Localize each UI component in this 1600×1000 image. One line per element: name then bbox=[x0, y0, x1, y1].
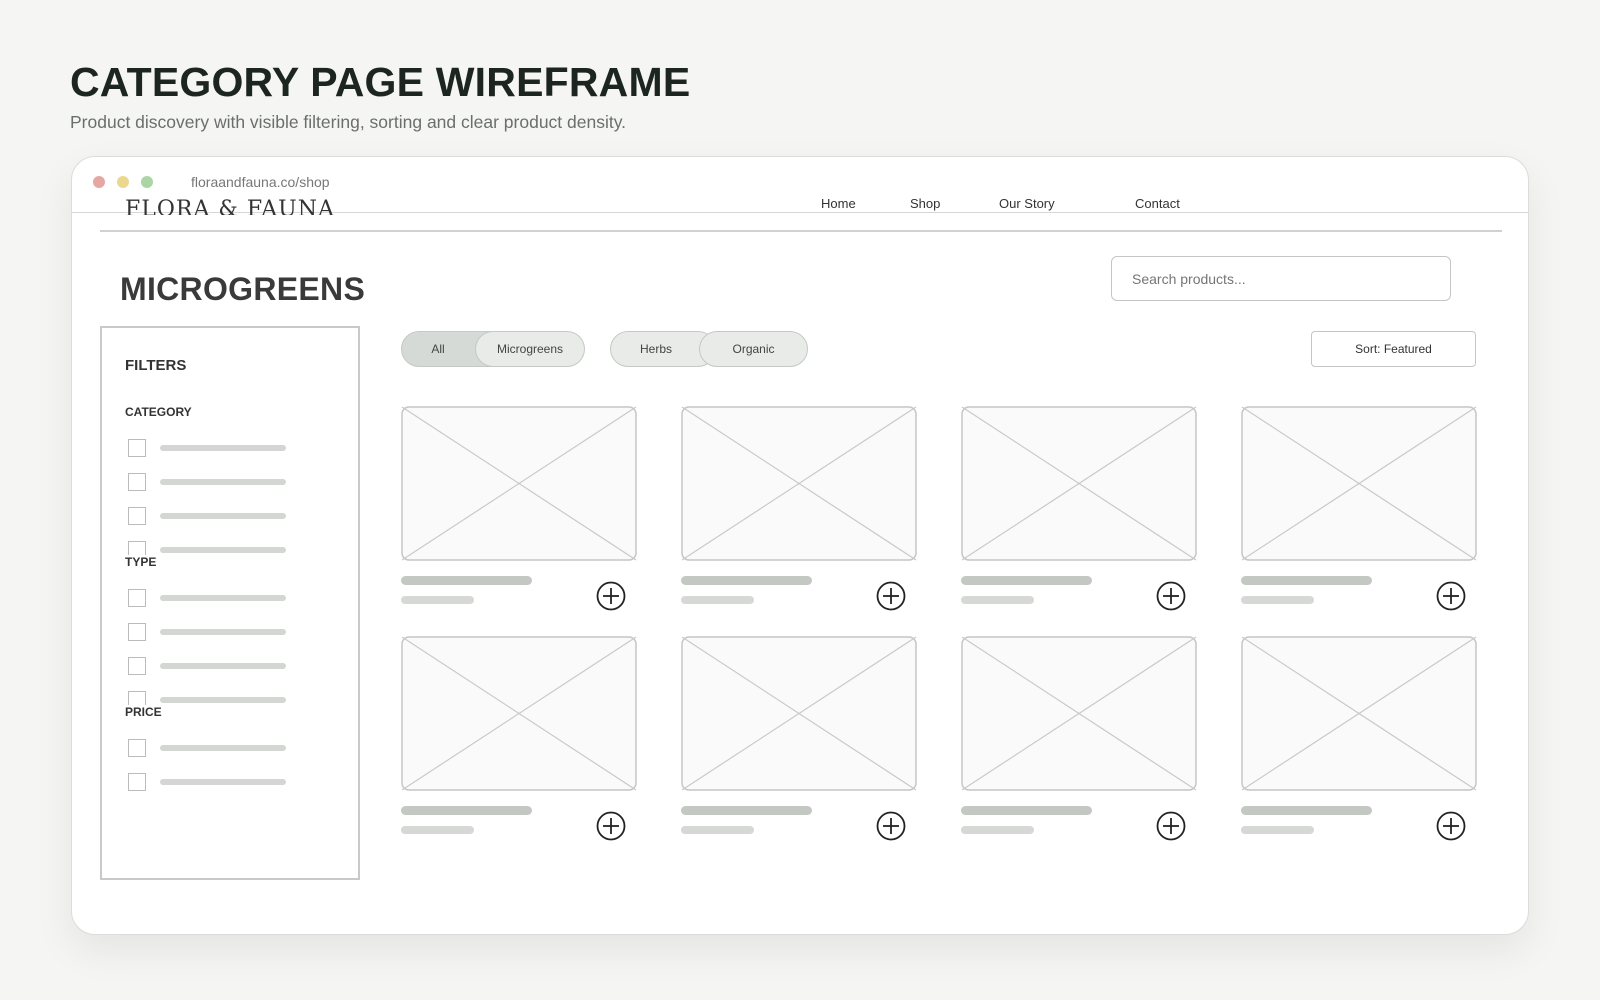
filter-option-placeholder bbox=[160, 513, 286, 519]
product-image-placeholder[interactable] bbox=[961, 406, 1197, 561]
add-to-cart-plus-icon[interactable] bbox=[1156, 581, 1186, 611]
product-title-placeholder bbox=[681, 806, 812, 815]
filter-option-placeholder bbox=[160, 629, 286, 635]
filter-checkbox[interactable] bbox=[128, 739, 146, 757]
product-image-placeholder[interactable] bbox=[961, 636, 1197, 791]
filter-checkbox[interactable] bbox=[128, 507, 146, 525]
filter-option-placeholder bbox=[160, 745, 286, 751]
product-image-placeholder[interactable] bbox=[1241, 636, 1477, 791]
filter-group-type-title: TYPE bbox=[125, 555, 159, 569]
page-title: CATEGORY PAGE WIREFRAME bbox=[70, 59, 691, 105]
browser-window: floraandfauna.co/shop FLORA & FAUNA Home… bbox=[71, 156, 1529, 935]
filter-option-placeholder bbox=[160, 779, 286, 785]
page-header: CATEGORY PAGE WIREFRAME Product discover… bbox=[70, 58, 690, 133]
nav-divider bbox=[100, 230, 1502, 232]
search-input[interactable] bbox=[1111, 256, 1451, 301]
sort-dropdown[interactable]: Sort: Featured bbox=[1311, 331, 1476, 367]
product-card[interactable] bbox=[1241, 636, 1477, 842]
filters-title: FILTERS bbox=[125, 357, 187, 374]
filter-group-category-title: CATEGORY bbox=[125, 405, 192, 419]
add-to-cart-plus-icon[interactable] bbox=[1436, 581, 1466, 611]
product-image-placeholder[interactable] bbox=[1241, 406, 1477, 561]
product-price-placeholder bbox=[401, 596, 474, 604]
add-to-cart-plus-icon[interactable] bbox=[1436, 811, 1466, 841]
sort-label: Sort: Featured bbox=[1355, 342, 1432, 356]
product-image-placeholder[interactable] bbox=[401, 636, 637, 791]
add-to-cart-plus-icon[interactable] bbox=[1156, 811, 1186, 841]
product-card[interactable] bbox=[401, 406, 637, 612]
filter-option-placeholder bbox=[160, 479, 286, 485]
filter-checkbox[interactable] bbox=[128, 439, 146, 457]
product-title-placeholder bbox=[681, 576, 812, 585]
minimize-window-dot[interactable] bbox=[117, 176, 129, 188]
chip-microgreens-label: Microgreens bbox=[496, 342, 564, 356]
chip-herbs-label: Herbs bbox=[639, 342, 672, 356]
product-price-placeholder bbox=[1241, 826, 1314, 834]
product-card[interactable] bbox=[681, 406, 917, 612]
product-price-placeholder bbox=[681, 826, 754, 834]
product-card[interactable] bbox=[961, 406, 1197, 612]
product-title-placeholder bbox=[961, 806, 1092, 815]
product-price-placeholder bbox=[681, 596, 754, 604]
product-image-placeholder[interactable] bbox=[401, 406, 637, 561]
site-logo[interactable]: FLORA & FAUNA bbox=[125, 195, 335, 215]
chip-organic-label: Organic bbox=[732, 342, 775, 356]
product-title-placeholder bbox=[401, 806, 532, 815]
filter-option-placeholder bbox=[160, 663, 286, 669]
product-image-placeholder[interactable] bbox=[681, 636, 917, 791]
address-bar[interactable]: floraandfauna.co/shop bbox=[191, 174, 330, 190]
filter-checkbox[interactable] bbox=[128, 773, 146, 791]
chip-microgreens[interactable]: Microgreens bbox=[475, 331, 585, 367]
product-title-placeholder bbox=[401, 576, 532, 585]
nav-home[interactable]: Home bbox=[821, 196, 856, 211]
add-to-cart-plus-icon[interactable] bbox=[876, 811, 906, 841]
filter-checkbox[interactable] bbox=[128, 473, 146, 491]
add-to-cart-plus-icon[interactable] bbox=[876, 581, 906, 611]
category-title: MICROGREENS bbox=[120, 271, 366, 307]
product-price-placeholder bbox=[401, 826, 474, 834]
product-title-placeholder bbox=[961, 576, 1092, 585]
product-price-placeholder bbox=[1241, 596, 1314, 604]
product-image-placeholder[interactable] bbox=[681, 406, 917, 561]
close-window-dot[interactable] bbox=[93, 176, 105, 188]
nav-our-story[interactable]: Our Story bbox=[999, 196, 1055, 211]
filter-checkbox[interactable] bbox=[128, 657, 146, 675]
product-title-placeholder bbox=[1241, 806, 1372, 815]
filters-panel: FILTERS CATEGORY TYPE PRICE bbox=[100, 326, 360, 880]
product-title-placeholder bbox=[1241, 576, 1372, 585]
product-card[interactable] bbox=[961, 636, 1197, 842]
add-to-cart-plus-icon[interactable] bbox=[596, 581, 626, 611]
product-card[interactable] bbox=[1241, 406, 1477, 612]
nav-shop[interactable]: Shop bbox=[910, 196, 940, 211]
product-card[interactable] bbox=[681, 636, 917, 842]
chip-organic[interactable]: Organic bbox=[699, 331, 808, 367]
filter-checkbox[interactable] bbox=[128, 589, 146, 607]
product-card[interactable] bbox=[401, 636, 637, 842]
product-price-placeholder bbox=[961, 596, 1034, 604]
maximize-window-dot[interactable] bbox=[141, 176, 153, 188]
filter-option-placeholder bbox=[160, 595, 286, 601]
filter-group-price-title: PRICE bbox=[125, 705, 164, 719]
product-price-placeholder bbox=[961, 826, 1034, 834]
filter-option-placeholder bbox=[160, 445, 286, 451]
filter-option-placeholder bbox=[160, 547, 286, 553]
page-subtitle: Product discovery with visible filtering… bbox=[70, 112, 627, 132]
add-to-cart-plus-icon[interactable] bbox=[596, 811, 626, 841]
filter-option-placeholder bbox=[160, 697, 286, 703]
filter-checkbox[interactable] bbox=[128, 623, 146, 641]
nav-contact[interactable]: Contact bbox=[1135, 196, 1180, 211]
chip-all-label: All bbox=[431, 342, 445, 356]
